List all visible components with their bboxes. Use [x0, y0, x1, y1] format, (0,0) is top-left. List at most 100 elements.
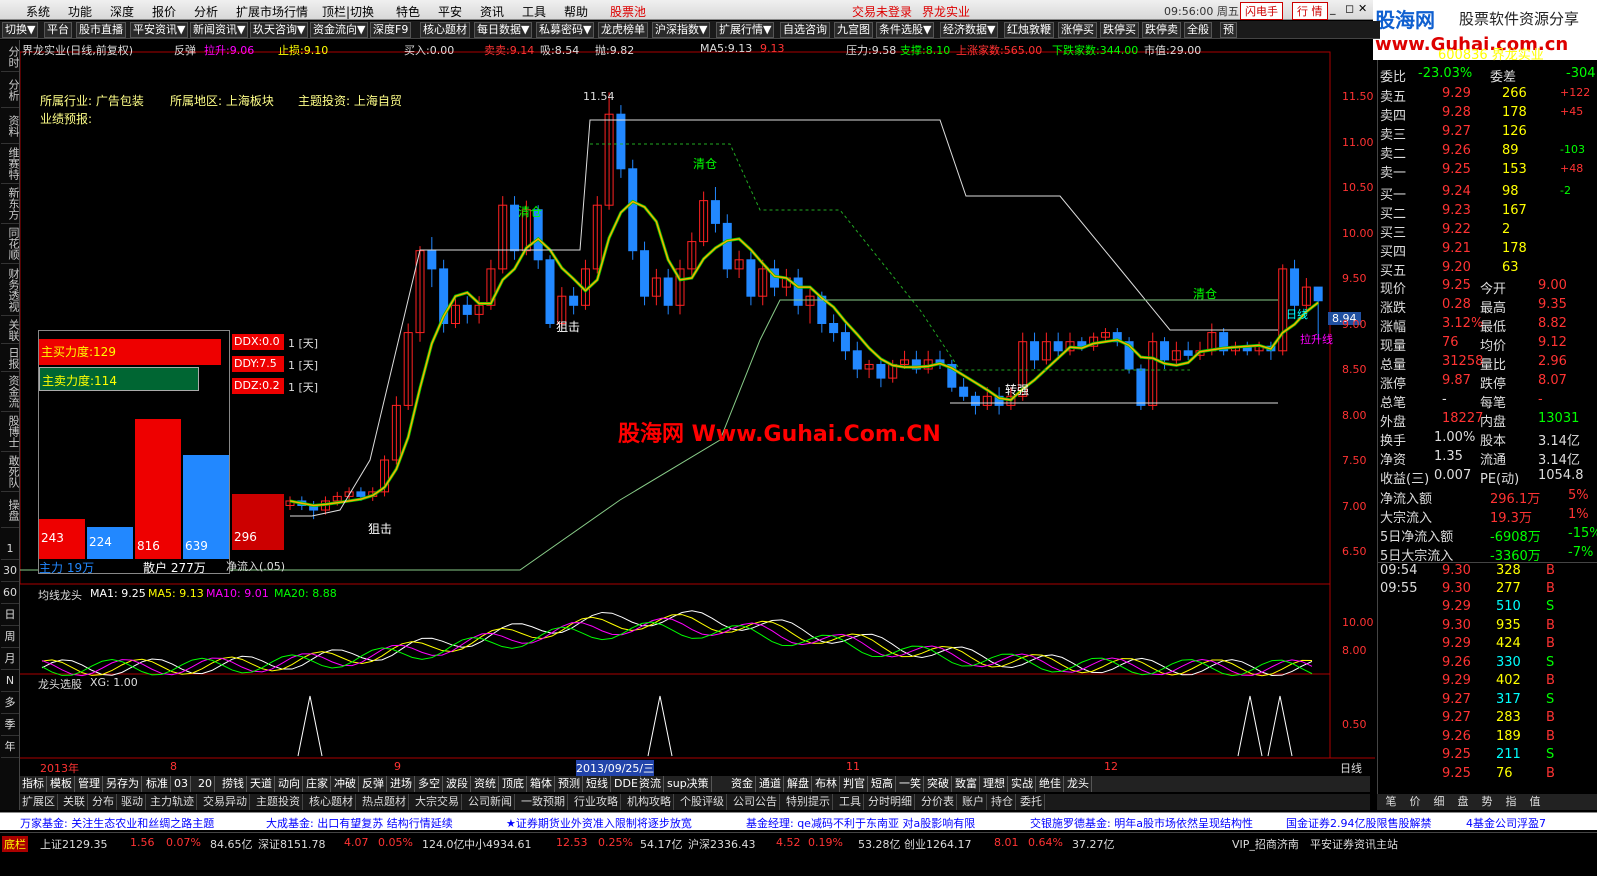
kline-chart-area[interactable]: 界龙实业(日线,前复权) 反弹 拉升:9.06 止损:9.10 买入:0.00 … [20, 40, 1375, 800]
extension-tab[interactable]: 关联 [61, 794, 88, 810]
hs-index[interactable]: 沪深2336.43 [688, 836, 756, 852]
period-label[interactable]: 日线 [1340, 760, 1362, 776]
sz-index[interactable]: 深证8151.78 [258, 836, 326, 852]
menu-depth[interactable]: 深度 [110, 3, 134, 20]
period-tab[interactable]: 季 [1, 714, 19, 736]
news-item[interactable]: 万家基金: 关注生态农业和丝绸之路主题 [20, 815, 214, 831]
indicator-tab[interactable]: 资金 [729, 776, 756, 792]
indicator-tab[interactable]: 另存为 [104, 776, 142, 792]
restore-icon[interactable]: ◻ [1345, 2, 1354, 15]
period-tab[interactable]: 1 [1, 538, 19, 560]
extension-tab[interactable]: 一致预期 [519, 794, 568, 810]
indicator-tab[interactable]: 理想 [981, 776, 1008, 792]
period-tab[interactable]: 60 [1, 582, 19, 604]
left-tab[interactable]: 新东方 [1, 184, 20, 224]
period-tab[interactable]: 多 [1, 692, 19, 714]
indicator-tab[interactable]: 判官 [841, 776, 868, 792]
period-tab[interactable]: 日 [1, 604, 19, 626]
extension-tab[interactable]: 主题投资 [254, 794, 303, 810]
indicator-tab[interactable]: 多空 [416, 776, 443, 792]
extension-tab[interactable]: 行业攻略 [572, 794, 621, 810]
indicator-tab[interactable]: 进场 [388, 776, 415, 792]
left-tab[interactable]: 日报 [1, 344, 20, 372]
indicator-tab[interactable]: 指标 [20, 776, 47, 792]
toolbar-button[interactable]: 沪深指数▼ [652, 22, 711, 38]
menu-topbar[interactable]: 顶栏|切换 [322, 3, 374, 20]
indicator-tab[interactable]: 预测 [556, 776, 583, 792]
toolbar-button[interactable]: 核心题材 [420, 22, 470, 38]
indicator-tab[interactable]: 波段 [444, 776, 471, 792]
indicator-tab[interactable]: sup决策 [665, 776, 712, 792]
indicator-tab[interactable]: 标准 [144, 776, 171, 792]
news-item[interactable]: 基金经理: qe减码不利于东南亚 对a股影响有限 [746, 815, 975, 831]
quote-tab[interactable]: 值 [1525, 794, 1545, 810]
left-tab[interactable]: 敢死队 [1, 452, 20, 492]
indicator-tab[interactable]: 箱体 [528, 776, 555, 792]
left-tab[interactable]: 资金流 [1, 372, 20, 412]
indicator-tab[interactable]: 布林 [813, 776, 840, 792]
period-tab[interactable]: 周 [1, 626, 19, 648]
indicator-tab[interactable]: 解盘 [785, 776, 812, 792]
news-item[interactable]: 4基金公司浮盈7 [1466, 815, 1546, 831]
indicator-tab[interactable]: 管理 [76, 776, 103, 792]
quote-tab[interactable]: 价 [1405, 794, 1425, 810]
left-tab[interactable]: 同花顺 [1, 224, 20, 264]
indicator-tab[interactable]: 反弹 [360, 776, 387, 792]
vip-server[interactable]: VIP_招商济南 [1232, 836, 1299, 852]
toolbar-button[interactable]: 跌停买 [1100, 22, 1139, 38]
extension-tab[interactable]: 主力轨迹 [148, 794, 197, 810]
toolbar-button[interactable]: 红烛敦鞭 [1004, 22, 1054, 38]
extension-tab[interactable]: 个股评级 [678, 794, 727, 810]
sh-index[interactable]: 上证2129.35 [40, 836, 108, 852]
menu-analysis[interactable]: 分析 [194, 3, 218, 20]
menu-stock-pool[interactable]: 股票池 [610, 3, 646, 20]
indicator-tab[interactable]: 短高 [869, 776, 896, 792]
toolbar-button[interactable]: 切换▼ [2, 22, 39, 38]
menu-pingan[interactable]: 平安 [438, 3, 462, 20]
news-item[interactable]: 国金证券2.94亿股限售股解禁 [1286, 815, 1432, 831]
period-tab[interactable]: N [1, 670, 19, 692]
left-tab[interactable]: 分时 [1, 42, 20, 72]
menu-system[interactable]: 系统 [26, 3, 50, 20]
toolbar-button[interactable]: 扩展行情▼ [716, 22, 775, 38]
extension-tab[interactable]: 公司公告 [731, 794, 780, 810]
left-tab[interactable]: 资料 [1, 108, 20, 144]
indicator-tab[interactable]: 实战 [1009, 776, 1036, 792]
menu-quote[interactable]: 报价 [152, 3, 176, 20]
menu-info[interactable]: 资讯 [480, 3, 504, 20]
toolbar-button[interactable]: 平台 [44, 22, 72, 38]
left-tab[interactable]: 股博士 [1, 412, 20, 452]
indicator-tab[interactable]: 模板 [48, 776, 75, 792]
toolbar-button[interactable]: 平安资讯▼ [130, 22, 189, 38]
extension-tab[interactable]: 持仓 [989, 794, 1016, 810]
extension-tab[interactable]: 核心题材 [307, 794, 356, 810]
left-tab[interactable]: 操盘 [1, 492, 20, 528]
indicator-tab[interactable]: 捞钱 [220, 776, 247, 792]
toolbar-button[interactable]: 龙虎榜单 [598, 22, 648, 38]
broker-server[interactable]: 平安证券资讯主站 [1310, 836, 1398, 852]
indicator-tab[interactable]: 20 [196, 776, 215, 792]
indicator-tab[interactable]: 03 [172, 776, 191, 792]
toolbar-button[interactable]: 跌停卖 [1142, 22, 1181, 38]
extension-tab[interactable]: 热点题材 [360, 794, 409, 810]
toolbar-button[interactable]: 涨停买 [1058, 22, 1097, 38]
extension-tab[interactable]: 交易异动 [201, 794, 250, 810]
period-tab[interactable]: 月 [1, 648, 19, 670]
cy-index[interactable]: 创业1264.17 [904, 836, 972, 852]
indicator-tab[interactable]: 动向 [276, 776, 303, 792]
quote-tab[interactable]: 指 [1501, 794, 1521, 810]
toolbar-button[interactable]: 新闻资讯▼ [190, 22, 249, 38]
extension-tab[interactable]: 公司新闻 [466, 794, 515, 810]
indicator-tab[interactable]: 龙头 [1065, 776, 1092, 792]
indicator-tab[interactable]: 庄家 [304, 776, 331, 792]
indicator-tab[interactable]: 致富 [953, 776, 980, 792]
indicator-tab[interactable]: 突破 [925, 776, 952, 792]
extension-tab[interactable]: 账户 [960, 794, 987, 810]
toolbar-button[interactable]: 预 [1220, 22, 1237, 38]
extension-tab[interactable]: 委托 [1018, 794, 1045, 810]
toolbar-button[interactable]: 九宫图 [834, 22, 873, 38]
extension-tab[interactable]: 工具 [837, 794, 864, 810]
toolbar-button[interactable]: 全般 [1184, 22, 1212, 38]
toolbar-button[interactable]: 资金流向▼ [310, 22, 369, 38]
flash-trade-button[interactable]: 闪电手 [1240, 2, 1283, 20]
